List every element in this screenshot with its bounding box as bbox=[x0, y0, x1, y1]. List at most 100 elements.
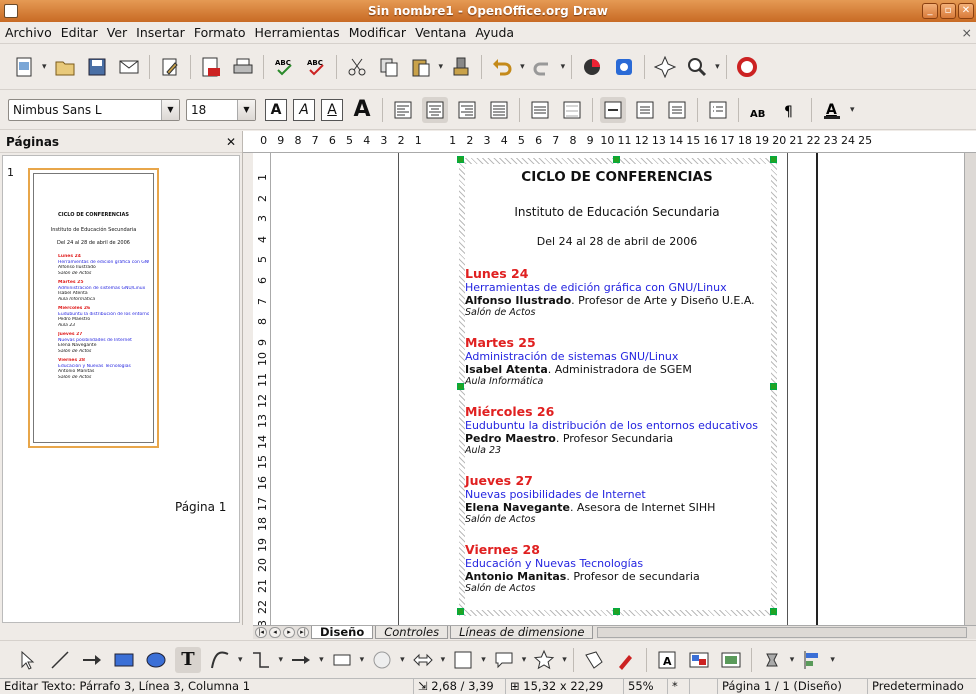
copy-button[interactable] bbox=[376, 54, 402, 80]
dropdown-arrow-icon[interactable]: ▾ bbox=[562, 655, 567, 665]
status-zoom[interactable]: 55% bbox=[624, 678, 668, 694]
undo-button[interactable] bbox=[489, 54, 515, 80]
dropdown-arrow-icon[interactable]: ▾ bbox=[441, 655, 446, 665]
gallery-button[interactable] bbox=[718, 647, 744, 673]
page-thumbnail[interactable]: CICLO DE CONFERENCIAS Instituto de Educa… bbox=[28, 168, 159, 448]
edit-file-button[interactable] bbox=[157, 54, 183, 80]
text-tool-button[interactable]: T bbox=[175, 646, 201, 673]
tab-diseno[interactable]: Diseño bbox=[311, 626, 374, 639]
menu-insertar[interactable]: Insertar bbox=[136, 25, 185, 40]
callouts-button[interactable] bbox=[491, 647, 517, 673]
selection-handle[interactable] bbox=[457, 156, 464, 163]
close-icon[interactable]: ✕ bbox=[226, 135, 236, 149]
menu-modificar[interactable]: Modificar bbox=[349, 25, 406, 40]
horizontal-ruler[interactable]: 0 9 8 7 6 5 4 3 2 1 1 2 3 4 5 6 7 8 9 10 11 12 13 14 15 16 17 18 19 2… bbox=[243, 131, 976, 153]
paste-button[interactable] bbox=[408, 54, 434, 80]
select-arrow-button[interactable] bbox=[15, 647, 41, 673]
close-window-button[interactable]: ✕ bbox=[958, 3, 974, 19]
open-folder-button[interactable] bbox=[52, 54, 78, 80]
dropdown-arrow-icon[interactable]: ▾ bbox=[561, 62, 566, 72]
font-name-combo[interactable]: Nimbus Sans L ▼ bbox=[8, 98, 180, 121]
from-file-button[interactable] bbox=[686, 647, 712, 673]
vertical-ruler[interactable]: 1234567891011121314151617181920212223 bbox=[253, 153, 271, 625]
maximize-button[interactable]: ▫ bbox=[940, 3, 956, 19]
dropdown-arrow-icon[interactable]: ▾ bbox=[319, 655, 324, 665]
dropdown-arrow-icon[interactable]: ▾ bbox=[790, 655, 795, 665]
symbol-shapes-button[interactable] bbox=[369, 647, 395, 673]
character-button[interactable]: AB bbox=[746, 97, 772, 123]
points-button[interactable] bbox=[581, 647, 607, 673]
menu-editar[interactable]: Editar bbox=[61, 25, 98, 40]
bullets-button[interactable] bbox=[705, 97, 731, 123]
lines-arrows-button[interactable] bbox=[288, 647, 314, 673]
block-arrows-button[interactable] bbox=[410, 647, 436, 673]
curve-button[interactable] bbox=[207, 647, 233, 673]
horizontal-scrollbar[interactable] bbox=[597, 627, 967, 638]
menu-ventana[interactable]: Ventana bbox=[415, 25, 466, 40]
shadow-button[interactable]: A bbox=[349, 97, 375, 123]
line-spacing-1-button[interactable] bbox=[527, 97, 553, 123]
tab-lineas-dimension[interactable]: Líneas de dimensione bbox=[450, 626, 594, 639]
dropdown-arrow-icon[interactable]: ▾ bbox=[850, 105, 855, 115]
dropdown-arrow-icon[interactable]: ▾ bbox=[522, 655, 527, 665]
underline-button[interactable]: A bbox=[321, 98, 343, 121]
line-spacing-15-button[interactable] bbox=[559, 97, 585, 123]
decrease-spacing-button[interactable] bbox=[664, 97, 690, 123]
basic-shapes-button[interactable] bbox=[329, 647, 355, 673]
align-left-button[interactable] bbox=[390, 97, 416, 123]
align-right-button[interactable] bbox=[454, 97, 480, 123]
close-document-icon[interactable]: × bbox=[962, 25, 972, 40]
chevron-down-icon[interactable]: ▼ bbox=[161, 99, 179, 120]
menu-ver[interactable]: Ver bbox=[107, 25, 127, 40]
paragraph-button[interactable]: ¶ bbox=[778, 97, 804, 123]
selection-handle[interactable] bbox=[457, 383, 464, 390]
email-button[interactable] bbox=[116, 54, 142, 80]
print-button[interactable] bbox=[230, 54, 256, 80]
dropdown-arrow-icon[interactable]: ▾ bbox=[830, 655, 835, 665]
navigator-star-button[interactable] bbox=[652, 54, 678, 80]
bold-button[interactable]: A bbox=[265, 98, 287, 121]
dropdown-arrow-icon[interactable]: ▾ bbox=[520, 62, 525, 72]
rotate-button[interactable] bbox=[759, 647, 785, 673]
tab-controles[interactable]: Controles bbox=[375, 626, 449, 639]
menu-archivo[interactable]: Archivo bbox=[5, 25, 52, 40]
dropdown-arrow-icon[interactable]: ▾ bbox=[400, 655, 405, 665]
navigator-button[interactable] bbox=[611, 54, 637, 80]
connector-button[interactable] bbox=[248, 647, 274, 673]
next-tab-icon[interactable]: ▸ bbox=[283, 627, 295, 638]
export-pdf-button[interactable] bbox=[198, 54, 224, 80]
line-button[interactable] bbox=[47, 647, 73, 673]
new-document-button[interactable] bbox=[11, 54, 37, 80]
format-paintbrush-button[interactable] bbox=[448, 54, 474, 80]
selection-handle[interactable] bbox=[770, 383, 777, 390]
line-arrow-button[interactable] bbox=[79, 647, 105, 673]
align-objects-button[interactable] bbox=[799, 647, 825, 673]
cut-button[interactable] bbox=[344, 54, 370, 80]
selection-handle[interactable] bbox=[770, 156, 777, 163]
redo-button[interactable] bbox=[530, 54, 556, 80]
last-tab-icon[interactable]: ▸| bbox=[297, 627, 309, 638]
selection-handle[interactable] bbox=[457, 608, 464, 615]
dropdown-arrow-icon[interactable]: ▾ bbox=[439, 62, 444, 72]
font-size-combo[interactable]: 18 ▼ bbox=[186, 98, 256, 121]
spellcheck-button[interactable]: ABC bbox=[271, 54, 297, 80]
line-spacing-2-button[interactable] bbox=[600, 96, 626, 123]
flowchart-button[interactable] bbox=[450, 647, 476, 673]
autospellcheck-button[interactable]: ABC bbox=[303, 54, 329, 80]
italic-button[interactable]: A bbox=[293, 98, 315, 121]
first-tab-icon[interactable]: |◂ bbox=[255, 627, 267, 638]
selection-handle[interactable] bbox=[613, 608, 620, 615]
chart-button[interactable] bbox=[579, 54, 605, 80]
paragraph-spacing-button[interactable] bbox=[632, 97, 658, 123]
justify-button[interactable] bbox=[486, 97, 512, 123]
zoom-button[interactable] bbox=[684, 54, 710, 80]
status-selection-mode[interactable] bbox=[690, 678, 718, 694]
dropdown-arrow-icon[interactable]: ▾ bbox=[279, 655, 284, 665]
drawing-canvas[interactable]: CICLO DE CONFERENCIAS Instituto de Educa… bbox=[271, 153, 964, 625]
minimize-button[interactable]: _ bbox=[922, 3, 938, 19]
selection-handle[interactable] bbox=[770, 608, 777, 615]
menu-ayuda[interactable]: Ayuda bbox=[475, 25, 514, 40]
font-color-button[interactable]: A bbox=[819, 97, 845, 123]
dropdown-arrow-icon[interactable]: ▾ bbox=[715, 62, 720, 72]
menu-herramientas[interactable]: Herramientas bbox=[255, 25, 340, 40]
